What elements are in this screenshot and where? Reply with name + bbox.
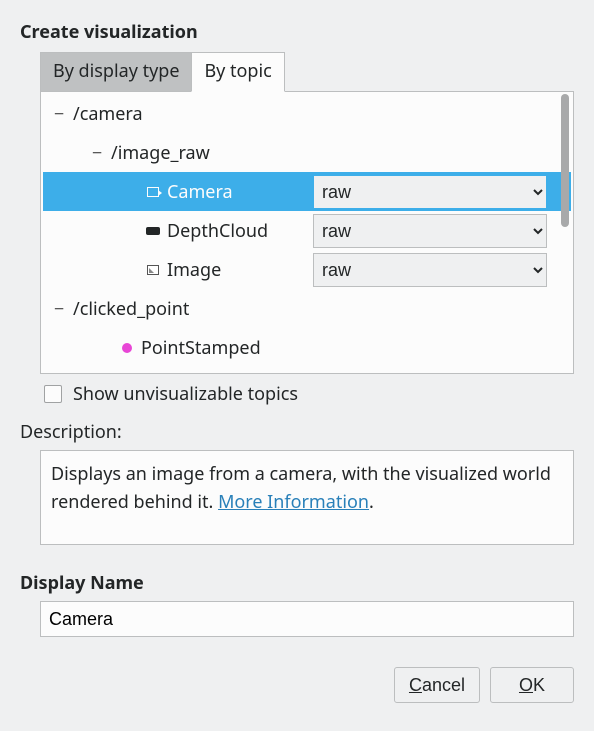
cancel-button[interactable]: Cancel (394, 667, 480, 703)
tree-item-camera-display[interactable]: Camera raw (43, 172, 571, 211)
tree-label: DepthCloud (163, 222, 268, 240)
display-name-input[interactable] (40, 601, 574, 637)
tree-label: Camera (163, 183, 233, 201)
tree-label: /clicked_point (67, 300, 189, 318)
image-icon (143, 265, 163, 275)
transport-combo-depthcloud[interactable]: raw (313, 214, 547, 248)
tree-item-camera-topic[interactable]: − /camera (43, 94, 571, 133)
tree-item-image-display[interactable]: Image raw (43, 250, 571, 289)
tree-scrollbar[interactable] (559, 94, 571, 371)
more-information-link[interactable]: More Information (218, 490, 369, 514)
tab-by-display-type[interactable]: By display type (40, 52, 191, 92)
transport-combo-camera[interactable]: raw (313, 175, 547, 209)
tree-item-image-raw-topic[interactable]: − /image_raw (43, 133, 571, 172)
depthcloud-icon (143, 227, 163, 235)
tree-item-clicked-point-topic[interactable]: − /clicked_point (43, 289, 571, 328)
collapse-icon[interactable]: − (51, 105, 67, 123)
tree-item-pointstamped-display[interactable]: PointStamped (43, 328, 571, 367)
display-name-label: Display Name (20, 571, 574, 595)
tree-label: Image (163, 261, 221, 279)
tree-item-depthcloud-display[interactable]: DepthCloud raw (43, 211, 571, 250)
transport-combo-image[interactable]: raw (313, 253, 547, 287)
tree-label: /camera (67, 105, 143, 123)
show-unvisualizable-checkbox[interactable] (44, 385, 62, 403)
collapse-icon[interactable]: − (51, 300, 67, 318)
collapse-icon[interactable]: − (89, 144, 105, 162)
tree-label: PointStamped (137, 339, 261, 357)
dialog-title: Create visualization (20, 20, 574, 44)
topic-tree[interactable]: − /camera − /image_raw Camera (43, 94, 571, 371)
tab-strip: By display type By topic (40, 52, 574, 91)
period: . (369, 490, 374, 514)
scroll-thumb[interactable] (561, 94, 569, 227)
show-unvisualizable-label: Show unvisualizable topics (73, 382, 298, 406)
tab-by-topic[interactable]: By topic (191, 52, 284, 92)
show-unvisualizable-row[interactable]: Show unvisualizable topics (40, 382, 574, 406)
ok-button[interactable]: OK (490, 667, 574, 703)
tab-panel: − /camera − /image_raw Camera (40, 91, 574, 374)
button-row: Cancel OK (20, 667, 574, 703)
tree-label: /image_raw (105, 144, 210, 162)
description-box: Displays an image from a camera, with th… (40, 450, 574, 545)
point-icon (117, 343, 137, 353)
camera-icon (143, 187, 163, 197)
description-label: Description: (20, 420, 574, 444)
